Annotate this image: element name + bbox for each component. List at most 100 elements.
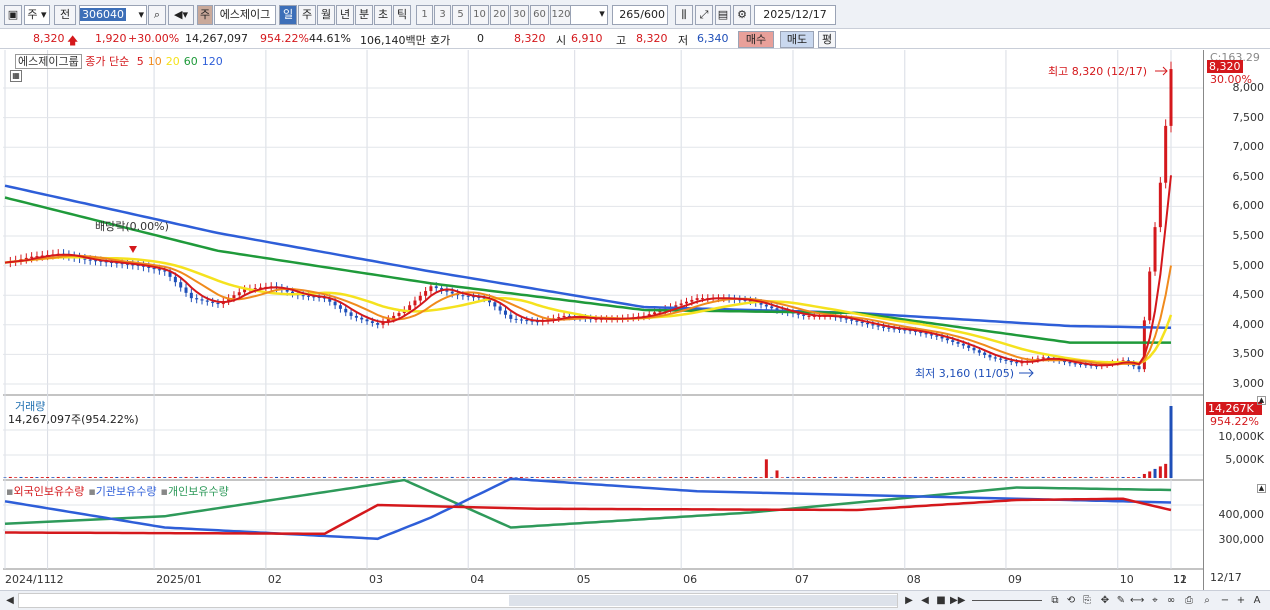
interval-button[interactable]: 120 [550, 5, 572, 25]
volume-bar [796, 476, 800, 478]
quote-bar: 8,320 🡅 1,920 +30.00% 14,267,097 954.22%… [0, 29, 1270, 49]
interval-button[interactable]: 3 [434, 5, 451, 25]
gear-icon[interactable]: ⚙ [733, 5, 751, 25]
y-tick-label: 5,000 [1232, 258, 1265, 272]
save-icon[interactable]: ▤ [715, 5, 731, 25]
zoom-in-icon[interactable]: + [1234, 594, 1248, 608]
candle-body [519, 319, 523, 321]
sell-button[interactable]: 매도 [780, 31, 814, 48]
horizontal-scrollbar[interactable] [18, 593, 898, 608]
favorite-icon[interactable]: 주 [197, 5, 213, 25]
candle-body [684, 301, 688, 304]
link-icon[interactable]: ∞ [1164, 594, 1178, 608]
interval-button[interactable]: 30 [510, 5, 529, 25]
volume-bar [844, 476, 848, 478]
holdings-legend-item[interactable]: 기관보유수량 [96, 485, 157, 498]
reset-icon[interactable]: ⟲ [1064, 594, 1078, 608]
period-tab[interactable]: 일 [279, 5, 297, 25]
ma-legend-item[interactable]: 120 [202, 55, 223, 68]
candle-body [333, 301, 337, 306]
ma-legend-item[interactable]: 10 [148, 55, 162, 68]
play-icon[interactable]: ▶ [902, 594, 916, 608]
copy-icon[interactable]: ⎘ [1080, 594, 1094, 608]
period-tab[interactable]: 년 [336, 5, 354, 25]
stop-icon[interactable]: ■ [934, 594, 948, 608]
count-field[interactable]: 265/600 [612, 5, 668, 25]
candle-body [344, 308, 348, 313]
volume-bar [472, 476, 476, 478]
step-back-icon[interactable]: ◀ [918, 594, 932, 608]
sound-icon[interactable]: ◀▾ [168, 5, 194, 25]
low-label: 저 [678, 34, 689, 47]
zoom-slider[interactable] [972, 600, 1042, 601]
mode-select[interactable]: 주 ▾ [24, 5, 50, 25]
interval-button[interactable]: 5 [452, 5, 469, 25]
search-icon[interactable]: ⌕ [1200, 594, 1214, 608]
volume-bar [743, 477, 747, 478]
chart-area[interactable]: 최고 8,320 (12/17) 최저 3,160 (11/05) 배당락(0.00… [3, 50, 1203, 590]
volume-bar [3, 477, 7, 478]
holdings-legend-item[interactable]: 개인보유수량 [168, 485, 229, 498]
holdings-legend-item[interactable]: 외국인보유수량 [13, 485, 84, 498]
period-tab[interactable]: 초 [374, 5, 392, 25]
chevron-down-icon[interactable]: ▾ [595, 5, 609, 25]
fast-forward-icon[interactable]: ▶▶ [950, 594, 965, 608]
candle-icon[interactable]: ⫼ [675, 5, 693, 25]
volume-bar [535, 477, 539, 478]
y-tick-label: 4,000 [1232, 317, 1265, 331]
draw-icon[interactable]: ✎ [1114, 594, 1128, 608]
chart-svg: 최고 8,320 (12/17) 최저 3,160 (11/05) 배당락(0.00… [3, 50, 1203, 586]
volume-bar [1153, 468, 1157, 478]
ma-legend-item[interactable]: 5 [137, 55, 144, 68]
interval-button[interactable]: 10 [470, 5, 489, 25]
buy-button[interactable]: 매수 [738, 31, 774, 48]
ma-legend-item[interactable]: 60 [184, 55, 198, 68]
candle-body [1148, 271, 1152, 321]
arrow-right-icon [1019, 368, 1034, 378]
period-tab[interactable]: 주 [298, 5, 316, 25]
period-tab[interactable]: 틱 [393, 5, 411, 25]
volume-bar [1020, 476, 1024, 478]
print-icon[interactable]: ⎙ [1182, 594, 1196, 608]
y-tick-label: 5,000K [1225, 453, 1264, 466]
measure-icon[interactable]: ⟷ [1130, 594, 1144, 608]
volume-bar [19, 476, 23, 478]
x-axis-label: 10 [1120, 573, 1134, 586]
candle-body [1158, 182, 1162, 228]
zoom-out-icon[interactable]: − [1218, 594, 1232, 608]
volume-bar [881, 477, 885, 478]
date-field[interactable]: 2025/12/17 [754, 5, 836, 25]
y-tick-label: 7,500 [1232, 110, 1265, 124]
volume-bar [51, 477, 55, 478]
font-size-icon[interactable]: A [1250, 594, 1264, 608]
crosshair-icon[interactable]: ⌖ [1148, 594, 1162, 608]
ma-legend-item[interactable]: 20 [166, 55, 180, 68]
maximize-icon[interactable]: ▲ [1257, 396, 1266, 405]
candle-body [977, 350, 981, 353]
period-tab[interactable]: 분 [355, 5, 373, 25]
stock-code-input[interactable]: 306040 ▾ [79, 5, 147, 25]
layout-icon[interactable]: ▣ [4, 5, 22, 25]
pan-icon[interactable]: ✥ [1098, 594, 1112, 608]
candle-body [397, 312, 401, 316]
prev-button[interactable]: 전 [54, 5, 76, 25]
compare-icon[interactable]: ⧉ [1048, 594, 1062, 608]
search-icon[interactable]: ⌕ [148, 5, 166, 25]
candle-body [429, 286, 433, 292]
volume-bar [999, 477, 1003, 478]
period-tab[interactable]: 월 [317, 5, 335, 25]
grid-icon[interactable]: ▦ [10, 70, 22, 82]
candle-body [200, 299, 204, 301]
volume-bar [812, 477, 816, 478]
interval-button[interactable]: 20 [490, 5, 509, 25]
volume-bar [551, 477, 555, 478]
y-axis: C:163.29 8,320 30.00% 8,000 7,500 7,000 6,5… [1203, 50, 1270, 590]
open-label: 시 [556, 34, 567, 47]
interval-button[interactable]: 60 [530, 5, 549, 25]
line-chart-icon[interactable]: ⤢ [695, 5, 713, 25]
scroll-left-icon[interactable]: ◀ [3, 594, 17, 608]
maximize-icon[interactable]: ▲ [1257, 484, 1266, 493]
interval-button[interactable]: 1 [416, 5, 433, 25]
flat-button[interactable]: 평 [818, 31, 836, 48]
scrollbar-thumb[interactable] [509, 595, 897, 606]
